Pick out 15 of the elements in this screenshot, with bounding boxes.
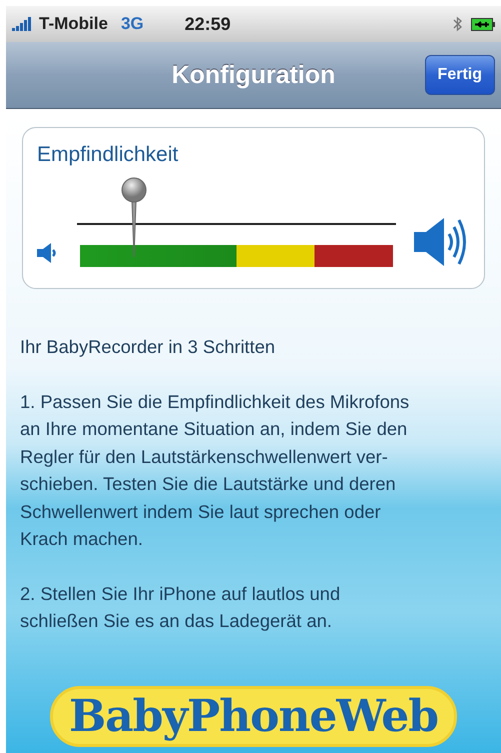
instruction-step: 1. Passen Sie die Empfindlichkeit des Mikrofons an Ihre momentane Situation an, indem Sie den Regler für den Lautstärkenschwellenwert ver- schieben. Testen Sie die Lautstärke und deren Schwellenwert indem Sie laut sprechen oder Krach machen. (20, 388, 487, 552)
screen-title: Konfiguration (172, 60, 336, 90)
threshold-slider[interactable] (77, 177, 396, 267)
signal-icon (12, 17, 34, 31)
instructions-heading: Ihr BabyRecorder in 3 Schritten (20, 335, 276, 359)
app-logo: BabyPhoneWeb (50, 686, 458, 747)
network-type: 3G (120, 14, 144, 34)
bluetooth-icon (453, 16, 463, 32)
sensitivity-label: Empfindlichkeit (37, 143, 180, 167)
done-button[interactable]: Fertig (424, 55, 495, 95)
clock-time: 22:59 (184, 14, 231, 34)
instruction-step: 2. Stellen Sie Ihr iPhone auf lautlos und schließen Sie es an das Ladegerät an. (20, 580, 487, 634)
slider-thumb[interactable] (121, 177, 148, 257)
carrier-name: T-Mobile (39, 14, 108, 34)
battery-charging-icon (471, 18, 495, 30)
